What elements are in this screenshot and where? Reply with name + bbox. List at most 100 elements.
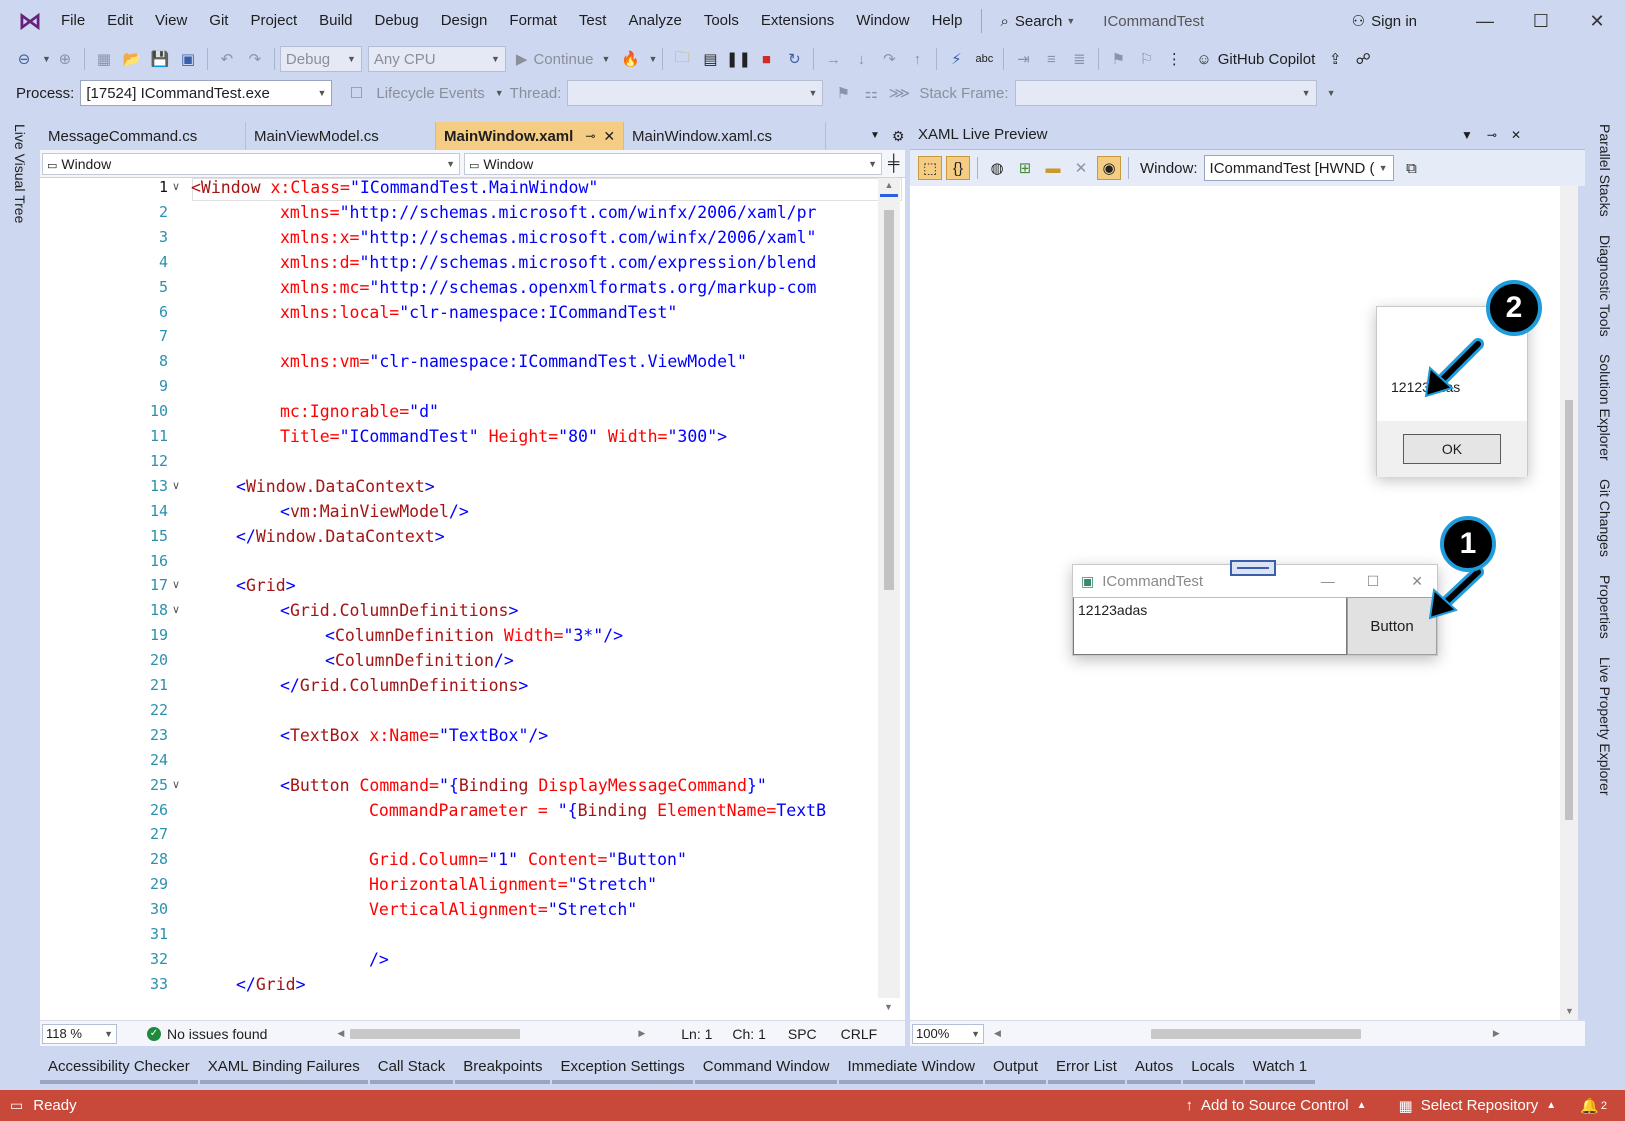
fold-toggle-icon[interactable]: ∨ [172, 479, 180, 492]
split-editor-icon[interactable]: ╪ [888, 155, 899, 173]
editor-scroll-thumb[interactable] [884, 210, 894, 590]
whitespace-indicator[interactable]: SPC [788, 1026, 817, 1042]
menu-extensions[interactable]: Extensions [750, 6, 845, 36]
scroll-right-icon[interactable]: ▶ [1493, 1028, 1500, 1039]
binding-failures-icon[interactable]: ⊞ [1013, 156, 1037, 180]
code-editor[interactable]: 1 ∨ 2 3 4 5 6 7 8 9 10 11 12 13 ∨ 14 15 16 17 ∨ 18 ∨ 19 20 21 22 2… [40, 178, 905, 1020]
tab-mainviewmodel-cs[interactable]: MainViewModel.cs [246, 122, 436, 150]
tab-command-window[interactable]: Command Window [694, 1050, 838, 1084]
select-element-icon[interactable]: ⬚ [918, 156, 942, 180]
git-changes-tab[interactable]: Git Changes [1597, 479, 1613, 557]
fold-toggle-icon[interactable]: ∨ [172, 180, 180, 193]
menu-analyze[interactable]: Analyze [617, 6, 692, 36]
chevron-down-icon[interactable]: ▼ [495, 88, 504, 98]
settings-gear-icon[interactable]: ⚙ [892, 122, 905, 150]
restart-icon[interactable]: ↻ [782, 47, 806, 71]
preview-window-select[interactable]: ICommandTest [HWND (▼ [1203, 155, 1394, 181]
pin-icon[interactable]: ⊸ [1487, 128, 1497, 142]
new-project-icon[interactable]: ▦ [92, 47, 116, 71]
tab-immediate-window[interactable]: Immediate Window [839, 1050, 983, 1084]
layout-icon[interactable]: ▤ [698, 47, 722, 71]
ruler-icon[interactable]: ▬ [1041, 156, 1065, 180]
chevron-down-icon[interactable]: ▼ [42, 54, 51, 64]
preview-zoom-select[interactable]: 100% ▼ [912, 1023, 984, 1044]
feedback-icon[interactable]: ☍ [1351, 47, 1375, 71]
editor-horizontal-scroll-thumb[interactable] [350, 1028, 521, 1039]
share-icon[interactable]: ⇪ [1323, 47, 1347, 71]
platform-select[interactable]: Any CPU ▼ [367, 46, 506, 72]
save-icon[interactable]: 💾 [148, 47, 172, 71]
tab-accessibility-checker[interactable]: Accessibility Checker [40, 1050, 198, 1084]
spell-check-icon[interactable]: abc [972, 47, 996, 71]
parallel-stacks-tab[interactable]: Parallel Stacks [1597, 124, 1613, 217]
github-copilot-button[interactable]: ☺ GitHub Copilot [1196, 51, 1315, 68]
tab-list-dropdown-icon[interactable]: ▼ [870, 122, 880, 150]
back-icon[interactable]: ⊖ [12, 47, 36, 71]
properties-tab[interactable]: Properties [1597, 575, 1613, 639]
step-out-icon[interactable]: ↑ [905, 47, 929, 71]
thread-select[interactable]: ▼ [567, 80, 824, 106]
minimize-icon[interactable]: — [1321, 573, 1335, 590]
menu-git[interactable]: Git [198, 6, 239, 36]
overflow-icon[interactable]: ⋮ [1162, 47, 1186, 71]
tab-watch-1[interactable]: Watch 1 [1244, 1050, 1316, 1084]
preview-scroll-thumb[interactable] [1565, 400, 1573, 820]
display-layout-adorners-icon[interactable]: {} [946, 156, 970, 180]
tab-output[interactable]: Output [985, 1050, 1047, 1084]
line-ending-indicator[interactable]: CRLF [841, 1026, 878, 1042]
nav-left-select[interactable]: ▭ Window ▼ [42, 152, 460, 175]
tab-xaml-binding-failures[interactable]: XAML Binding Failures [199, 1050, 368, 1084]
app-textbox[interactable]: 12123adas [1073, 597, 1347, 655]
visual-studio-logo-icon[interactable]: ⋈ [10, 0, 50, 42]
issues-status[interactable]: No issues found [167, 1026, 267, 1042]
menu-window[interactable]: Window [845, 6, 920, 36]
save-all-icon[interactable]: ▣ [176, 47, 200, 71]
nav-right-select[interactable]: ▭ Window ▼ [464, 152, 882, 175]
hot-reload-icon[interactable]: 🔥 [618, 47, 642, 71]
scroll-left-icon[interactable]: ◀ [994, 1028, 1001, 1039]
tab-mainwindow-xaml[interactable]: MainWindow.xaml ⊸ ✕ [436, 122, 624, 150]
indent-icon[interactable]: ⇥ [1011, 47, 1035, 71]
line-indicator[interactable]: Ln: 1 [681, 1026, 712, 1042]
menu-format[interactable]: Format [498, 6, 568, 36]
select-repository-button[interactable]: ▦ Select Repository ▲ [1399, 1097, 1557, 1115]
editor-zoom-select[interactable]: 118 % ▼ [42, 1023, 117, 1044]
sign-in-button[interactable]: ⚇ Sign in [1352, 12, 1417, 31]
adorner-handle[interactable] [1230, 560, 1276, 576]
toolbar-overflow-icon[interactable]: ▼ [1327, 88, 1336, 98]
menu-view[interactable]: View [144, 6, 198, 36]
menu-build[interactable]: Build [308, 6, 363, 36]
lifecycle-events-button[interactable]: Lifecycle Events [376, 85, 484, 102]
menu-design[interactable]: Design [430, 6, 499, 36]
pin-icon[interactable]: ⊸ [585, 129, 595, 143]
bookmark-icon[interactable]: ⚑ [1106, 47, 1130, 71]
preview-horizontal-scroll-thumb[interactable] [1150, 1028, 1361, 1039]
redo-icon[interactable]: ↷ [243, 47, 267, 71]
fold-toggle-icon[interactable]: ∨ [172, 778, 180, 791]
stack-frame-select[interactable]: ▼ [1014, 80, 1317, 106]
uncomment-icon[interactable]: ≣ [1067, 47, 1091, 71]
close-button[interactable]: ✕ [1569, 11, 1625, 32]
menu-project[interactable]: Project [239, 6, 308, 36]
solution-explorer-tab[interactable]: Solution Explorer [1597, 354, 1613, 461]
stop-icon[interactable]: ■ [754, 47, 778, 71]
diagnostics-icon[interactable]: ⚡ [944, 47, 968, 71]
open-folder-icon[interactable]: 📂 [120, 47, 144, 71]
flag-icon[interactable]: ⚑ [831, 81, 855, 105]
tab-breakpoints[interactable]: Breakpoints [455, 1050, 551, 1084]
menu-debug[interactable]: Debug [364, 6, 430, 36]
step-into-icon[interactable]: ↓ [849, 47, 873, 71]
fold-toggle-icon[interactable]: ∨ [172, 578, 180, 591]
fold-toggle-icon[interactable]: ∨ [172, 603, 180, 616]
search-button[interactable]: ⌕ Search ▼ [990, 13, 1085, 30]
minimize-button[interactable]: — [1457, 11, 1513, 32]
maximize-button[interactable]: ☐ [1513, 11, 1569, 32]
tab-autos[interactable]: Autos [1126, 1050, 1182, 1084]
configuration-select[interactable]: Debug ▼ [279, 46, 362, 72]
bookmark-prev-icon[interactable]: ⚐ [1134, 47, 1158, 71]
scroll-left-icon[interactable]: ◀ [337, 1028, 344, 1039]
scroll-down-icon[interactable]: ▼ [884, 1002, 893, 1012]
tab-messagecommand-cs[interactable]: MessageCommand.cs [40, 122, 246, 150]
threads-icon[interactable]: ⚏ [859, 81, 883, 105]
scroll-right-icon[interactable]: ▶ [638, 1028, 645, 1039]
